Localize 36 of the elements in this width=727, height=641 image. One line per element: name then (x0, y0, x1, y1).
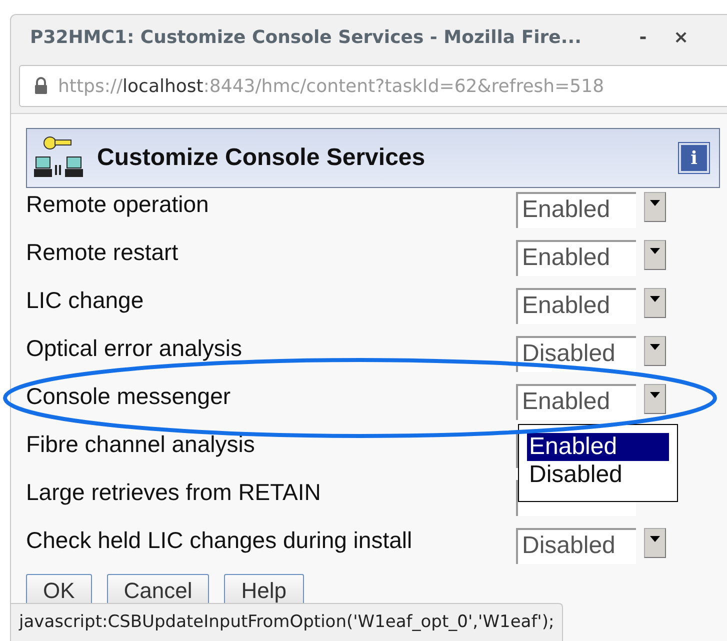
info-button[interactable]: i (679, 143, 709, 173)
dropdown-button[interactable] (644, 240, 666, 270)
select-field[interactable]: Enabled (516, 192, 636, 228)
dropdown-option[interactable]: Enabled (527, 433, 669, 461)
select-field[interactable]: Enabled (516, 384, 636, 420)
status-tooltip: javascript:CSBUpdateInputFromOption('W1eaf_opt_0','W1eaf'); (10, 603, 564, 641)
select-field[interactable]: Enabled (516, 288, 636, 324)
minimize-button[interactable]: - (628, 26, 658, 48)
caret-icon (650, 248, 660, 254)
close-button[interactable]: × (666, 26, 696, 48)
dropdown-button[interactable] (644, 192, 666, 222)
dropdown-button[interactable] (644, 384, 666, 414)
caret-icon (650, 344, 660, 350)
dropdown-button[interactable] (644, 336, 666, 366)
dropdown-option[interactable]: Disabled (527, 461, 669, 489)
window-title: P32HMC1: Customize Console Services - Mozilla Fire... (30, 26, 582, 48)
select-field[interactable]: Enabled (516, 240, 636, 276)
caret-icon (650, 200, 660, 206)
service-label: Remote restart (26, 238, 178, 267)
address-bar[interactable]: https://localhost:8443/hmc/content?taskId=62&refresh=518 (19, 65, 727, 107)
service-label: Remote operation (26, 190, 209, 219)
service-label: Large retrieves from RETAIN (26, 478, 321, 507)
caret-icon (650, 296, 660, 302)
service-label: Console messenger (26, 382, 231, 411)
service-label: Optical error analysis (26, 334, 242, 363)
caret-icon (650, 536, 660, 542)
lock-icon (34, 77, 48, 95)
service-label: LIC change (26, 286, 144, 315)
dropdown-button[interactable] (644, 288, 666, 318)
dropdown-button[interactable] (644, 528, 666, 558)
select-field[interactable]: Disabled (516, 528, 636, 564)
caret-icon (650, 392, 660, 398)
service-label: Check held LIC changes during install (26, 526, 412, 555)
select-field[interactable]: Disabled (516, 336, 636, 372)
service-label: Fibre channel analysis (26, 430, 255, 459)
panel-title: Customize Console Services (97, 144, 426, 172)
